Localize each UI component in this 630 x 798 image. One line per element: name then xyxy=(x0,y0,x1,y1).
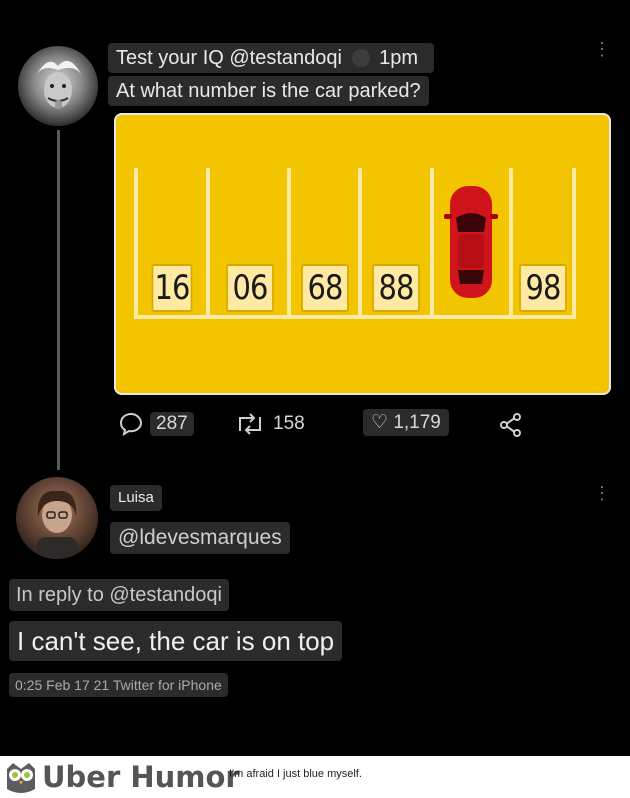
puzzle-image[interactable] xyxy=(114,113,611,395)
parking-number: 68 xyxy=(301,264,349,312)
thread-connector xyxy=(57,130,60,470)
like-count: 1,179 xyxy=(393,412,441,433)
heart-icon: ♡ xyxy=(371,412,389,433)
portrait-icon xyxy=(36,60,82,109)
avatar-testandoqi[interactable] xyxy=(18,46,98,126)
stall-line xyxy=(206,168,210,318)
footer-caption: I'm afraid I just blue myself. xyxy=(229,768,362,780)
retweet-icon xyxy=(239,413,261,435)
more-vertical-icon[interactable]: ⋮ xyxy=(593,40,611,58)
portrait-icon xyxy=(36,490,78,559)
parking-number: 06 xyxy=(226,264,274,312)
tweet-time: 1pm xyxy=(379,47,418,69)
stall-line xyxy=(509,168,513,318)
retweet-action[interactable]: 158 xyxy=(233,411,305,437)
tweet-author[interactable]: Test your IQ @testandoqi xyxy=(116,47,342,69)
stall-line xyxy=(287,168,291,318)
stall-line xyxy=(430,168,434,318)
owl-logo-icon xyxy=(7,763,35,793)
separator-dot-icon xyxy=(351,49,370,67)
comment-icon xyxy=(119,412,143,437)
in-reply-to[interactable]: In reply to @testandoqi xyxy=(9,579,229,611)
parking-number: 16 xyxy=(151,264,193,312)
avatar-luisa[interactable] xyxy=(16,477,98,559)
brand-name: Uber Humor xyxy=(42,760,240,794)
share-icon xyxy=(500,413,521,437)
share-action[interactable] xyxy=(498,412,524,438)
more-vertical-icon[interactable]: ⋮ xyxy=(593,484,611,502)
like-action[interactable]: ♡ 1,179 xyxy=(363,409,449,436)
retweet-count: 158 xyxy=(273,413,305,434)
parking-number: 88 xyxy=(372,264,420,312)
tweet-header: Test your IQ @testandoqi 1pm xyxy=(108,43,434,73)
tweet-text: At what number is the car parked? xyxy=(108,76,429,106)
stall-line xyxy=(572,168,576,318)
red-car-icon xyxy=(444,186,498,298)
watermark-footer: Uber Humor I'm afraid I just blue myself… xyxy=(0,756,630,798)
parking-number: 98 xyxy=(519,264,567,312)
reply-action[interactable]: 287 xyxy=(118,411,194,437)
like-chip: ♡ 1,179 xyxy=(363,409,449,436)
reply-count: 287 xyxy=(150,412,194,436)
stall-line xyxy=(134,168,138,318)
stall-base-line xyxy=(134,315,576,319)
reply-text: I can't see, the car is on top xyxy=(9,621,343,661)
reply-handle[interactable]: @ldevesmarques xyxy=(110,522,290,554)
reply-author-name[interactable]: Luisa xyxy=(110,485,162,511)
reply-meta: 0:25 Feb 17 21 Twitter for iPhone xyxy=(9,673,228,697)
stall-line xyxy=(358,168,362,318)
